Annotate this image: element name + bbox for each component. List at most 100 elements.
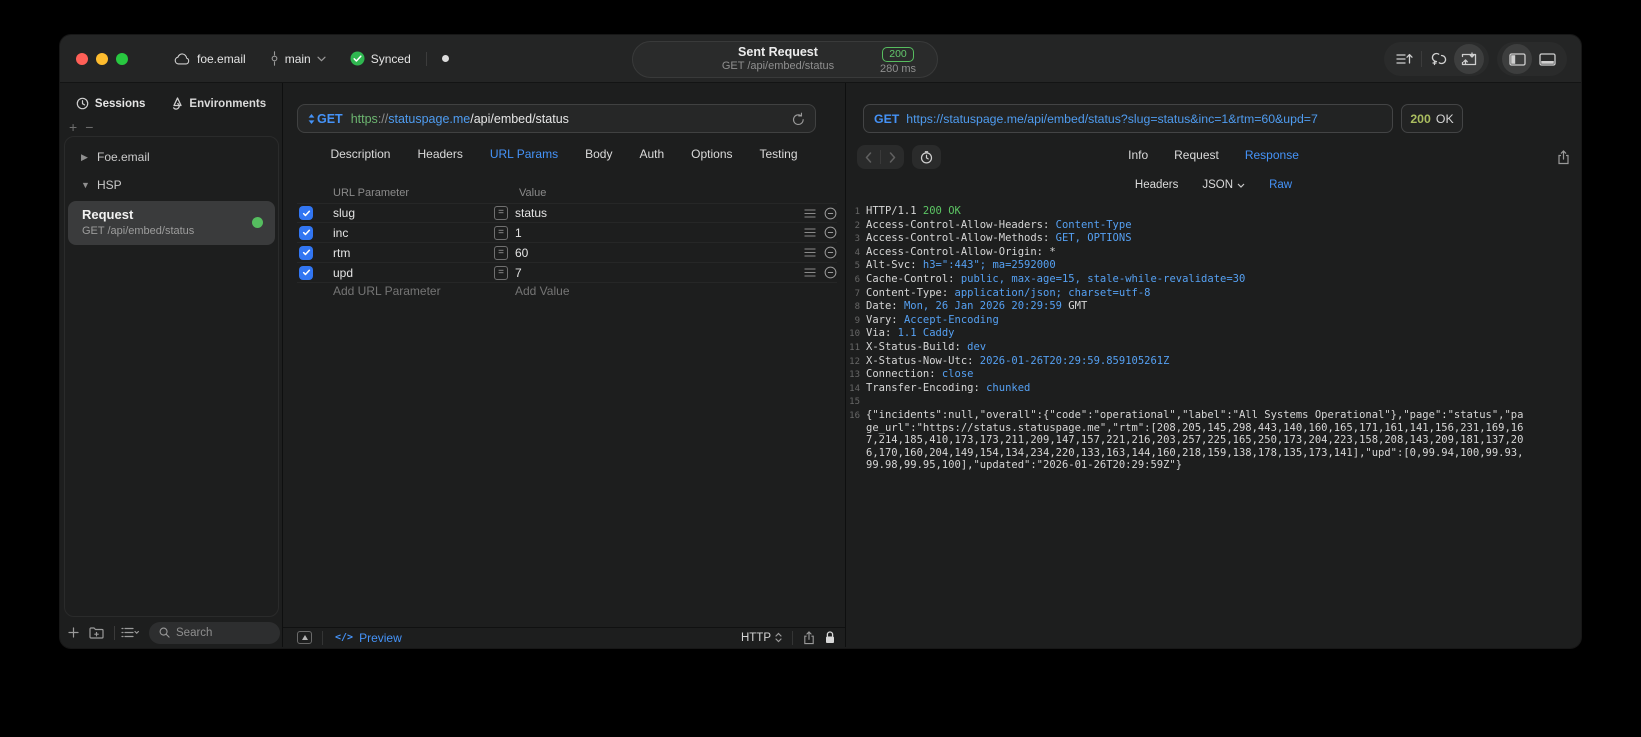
sort-lines-up-icon[interactable]: [1389, 44, 1419, 74]
subtab-headers[interactable]: Headers: [1135, 179, 1178, 191]
import-response-icon[interactable]: [1454, 44, 1484, 74]
equals-icon: =: [494, 225, 508, 240]
line-number: 8: [854, 302, 860, 313]
tab-request[interactable]: Request: [1174, 148, 1219, 162]
param-row-slug[interactable]: slug = status: [297, 203, 837, 223]
toggle-bottom-panel-icon[interactable]: [1532, 44, 1562, 74]
close-window-button[interactable]: [76, 52, 88, 65]
line-number: 9: [854, 315, 860, 326]
add-value-placeholder[interactable]: Add Value: [515, 284, 570, 298]
param-checkbox[interactable]: [299, 265, 313, 280]
refresh-icon[interactable]: [792, 112, 805, 126]
param-checkbox[interactable]: [299, 245, 313, 260]
param-name[interactable]: rtm: [333, 246, 350, 260]
sessions-panel: ▶ Foe.email ▼ HSP Request GET /api/embed…: [64, 136, 279, 617]
param-name[interactable]: slug: [333, 206, 355, 220]
param-value[interactable]: 1: [515, 226, 522, 240]
zoom-window-button[interactable]: [116, 52, 128, 65]
tab-testing[interactable]: Testing: [760, 147, 798, 161]
method-label: GET: [317, 111, 343, 126]
remove-session-button[interactable]: −: [85, 119, 101, 135]
project-name: foe.email: [197, 51, 246, 66]
share-icon[interactable]: [803, 630, 815, 645]
line-number: 6: [854, 274, 860, 285]
row-menu-icon[interactable]: [804, 248, 816, 257]
param-row-inc[interactable]: inc = 1: [297, 223, 837, 243]
tab-options[interactable]: Options: [691, 147, 732, 161]
subtab-raw[interactable]: Raw: [1269, 179, 1292, 191]
minimize-window-button[interactable]: [96, 52, 108, 65]
row-menu-icon[interactable]: [804, 228, 816, 237]
line-number: 4: [854, 247, 860, 258]
response-line-16: 16 {"incidents":null,"overall":{"code":"o…: [846, 409, 1577, 472]
param-checkbox[interactable]: [299, 206, 313, 220]
expand-panel-icon[interactable]: [297, 631, 312, 644]
synced-check-icon: [350, 51, 365, 66]
tab-info[interactable]: Info: [1128, 148, 1148, 162]
request-url-bar[interactable]: GET https://statuspage.me/api/embed/stat…: [297, 104, 816, 133]
request-item-title: Request: [82, 207, 134, 222]
cloud-project-button[interactable]: foe.email: [174, 52, 246, 66]
response-url-box[interactable]: GET https://statuspage.me/api/embed/stat…: [863, 104, 1393, 133]
layers-icon: [169, 97, 183, 110]
new-folder-icon[interactable]: [89, 626, 104, 639]
request-list-item-selected[interactable]: Request GET /api/embed/status: [68, 201, 275, 246]
response-line-15: 15: [846, 395, 1577, 409]
subtab-json[interactable]: JSON: [1202, 179, 1245, 191]
response-body[interactable]: 1 HTTP/1.1 200 OK 2 Access-Control-Allow-He…: [846, 205, 1577, 647]
app-window: foe.email main Synced Sent Request GET /…: [60, 35, 1581, 648]
tree-item-foe-email[interactable]: ▶ Foe.email: [65, 145, 278, 169]
remove-row-icon[interactable]: [824, 226, 837, 239]
sync-status[interactable]: Synced: [350, 51, 411, 66]
search-input[interactable]: Search: [149, 621, 280, 644]
status-text: OK: [1435, 111, 1454, 126]
param-row-upd[interactable]: upd = 7: [297, 263, 837, 283]
git-commit-icon: [270, 51, 279, 66]
preview-button[interactable]: </> Preview: [335, 631, 402, 645]
protocol-selector[interactable]: HTTP: [741, 632, 782, 644]
line-number: 5: [854, 261, 860, 272]
sent-request-pill[interactable]: Sent Request GET /api/embed/status 200 2…: [632, 41, 938, 78]
request-success-dot: [252, 217, 263, 229]
row-menu-icon[interactable]: [804, 268, 816, 277]
param-row-rtm[interactable]: rtm = 60: [297, 243, 837, 263]
add-session-button[interactable]: +: [69, 119, 85, 135]
sidebar: Sessions Environments +− ▶ Foe.email ▼ H…: [60, 83, 282, 647]
tree-item-hsp[interactable]: ▼ HSP: [65, 173, 278, 197]
export-share-icon[interactable]: [1557, 149, 1570, 165]
remove-row-icon[interactable]: [824, 207, 837, 220]
branch-selector[interactable]: main: [270, 51, 326, 66]
param-value[interactable]: 7: [515, 266, 522, 280]
toggle-sidebar-icon[interactable]: [1502, 44, 1532, 74]
code-icon: </>: [335, 632, 354, 643]
remove-row-icon[interactable]: [824, 266, 837, 279]
status-badge: 200: [882, 47, 914, 62]
param-checkbox[interactable]: [299, 225, 313, 240]
response-line-2: 2 Access-Control-Allow-Headers: Content-T…: [846, 219, 1577, 233]
tab-environments[interactable]: Environments: [169, 97, 266, 110]
remove-row-icon[interactable]: [824, 246, 837, 259]
param-name[interactable]: inc: [333, 226, 348, 240]
param-rows: slug = status inc = 1 rtm = 60 upd = 7: [297, 203, 837, 283]
lock-icon[interactable]: [825, 631, 835, 644]
tab-sessions[interactable]: Sessions: [76, 97, 145, 110]
search-placeholder: Search: [176, 626, 213, 639]
tab-auth[interactable]: Auth: [639, 147, 664, 161]
tab-url-params[interactable]: URL Params: [490, 147, 558, 161]
line-number: 7: [854, 288, 860, 299]
chevron-down-icon: ▼: [81, 180, 90, 190]
param-value[interactable]: 60: [515, 246, 528, 260]
row-menu-icon[interactable]: [804, 208, 816, 218]
param-name[interactable]: upd: [333, 266, 353, 280]
tab-headers[interactable]: Headers: [417, 147, 462, 161]
list-options-icon[interactable]: [121, 627, 139, 638]
method-selector[interactable]: GET: [308, 112, 343, 126]
tab-description[interactable]: Description: [330, 147, 390, 161]
cloud-icon: [174, 52, 191, 65]
linked-loop-icon[interactable]: [1424, 44, 1454, 74]
param-value[interactable]: status: [515, 206, 547, 220]
plus-icon[interactable]: [68, 627, 79, 638]
add-url-parameter-placeholder[interactable]: Add URL Parameter: [333, 284, 441, 298]
tab-body[interactable]: Body: [585, 147, 612, 161]
tab-response[interactable]: Response: [1245, 148, 1299, 162]
